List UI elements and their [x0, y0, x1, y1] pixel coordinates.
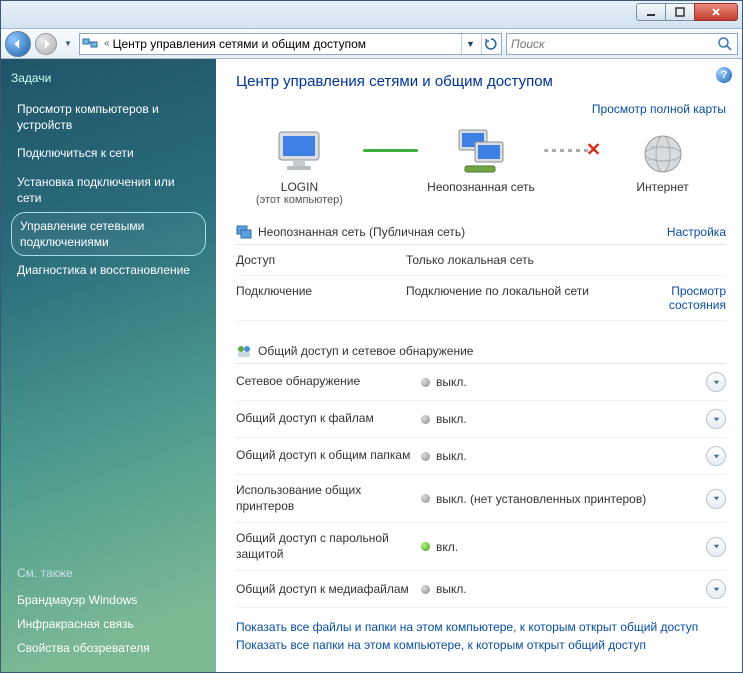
refresh-button[interactable]	[481, 34, 499, 54]
computer-icon	[273, 128, 325, 176]
sharing-setting-label: Общий доступ к медиафайлам	[236, 582, 421, 598]
node-network-name: Неопознанная сеть	[418, 180, 545, 194]
network-section-header: Неопознанная сеть (Публичная сеть) Настр…	[236, 220, 726, 245]
task-diagnose-repair[interactable]: Диагностика и восстановление	[11, 256, 206, 284]
sharing-setting-label: Общий доступ к файлам	[236, 411, 421, 427]
close-button[interactable]	[694, 3, 738, 21]
expand-button[interactable]	[706, 489, 726, 509]
status-dot-icon	[421, 378, 430, 387]
network-icon	[455, 128, 507, 176]
sharing-status-text: выкл.	[436, 375, 467, 389]
node-internet-name: Интернет	[599, 180, 726, 194]
sharing-header-text: Общий доступ и сетевое обнаружение	[258, 344, 473, 358]
task-view-computers[interactable]: Просмотр компьютеров и устройств	[11, 95, 206, 139]
sharing-row: Общий доступ с парольной защитой вкл.	[236, 523, 726, 571]
access-value: Только локальная сеть	[406, 253, 646, 267]
connection-label: Подключение	[236, 284, 406, 312]
window-controls	[637, 3, 738, 21]
location-icon	[82, 36, 98, 52]
node-pc-name: LOGIN	[236, 180, 363, 194]
help-icon[interactable]: ?	[716, 67, 732, 83]
connection-internet: ✕	[544, 124, 599, 176]
status-dot-icon	[421, 452, 430, 461]
expand-button[interactable]	[706, 537, 726, 557]
search-box[interactable]	[506, 33, 738, 55]
expand-button[interactable]	[706, 446, 726, 466]
network-status-icon	[236, 224, 252, 240]
recent-dropdown[interactable]: ▼	[61, 33, 75, 55]
sharing-setting-value: выкл.	[421, 375, 706, 389]
access-label: Доступ	[236, 253, 406, 267]
task-connect-network[interactable]: Подключиться к сети	[11, 139, 206, 167]
see-also-infrared[interactable]: Инфракрасная связь	[11, 612, 206, 636]
footer-links: Показать все файлы и папки на этом компь…	[236, 620, 726, 652]
task-pane: Задачи Просмотр компьютеров и устройств …	[1, 59, 216, 672]
sharing-row: Общий доступ к медиафайлам выкл.	[236, 571, 726, 608]
forward-button[interactable]	[35, 33, 57, 55]
navigation-bar: ▼ « Центр управления сетями и общим дост…	[1, 29, 742, 59]
view-status-link[interactable]: Просмотр состояния	[669, 284, 726, 312]
sharing-setting-label: Общий доступ с парольной защитой	[236, 531, 421, 562]
sharing-setting-value: выкл.	[421, 582, 706, 596]
search-input[interactable]	[511, 37, 717, 51]
sharing-setting-label: Использование общих принтеров	[236, 483, 421, 514]
address-bar[interactable]: « Центр управления сетями и общим доступ…	[79, 33, 502, 55]
content-pane: ? Центр управления сетями и общим доступ…	[216, 59, 742, 672]
expand-button[interactable]	[706, 409, 726, 429]
sharing-status-text: выкл.	[436, 412, 467, 426]
task-setup-connection[interactable]: Установка подключения или сети	[11, 168, 206, 212]
show-shared-files-link[interactable]: Показать все файлы и папки на этом компь…	[236, 620, 698, 634]
sharing-row: Сетевое обнаружение выкл.	[236, 364, 726, 401]
connection-value: Подключение по локальной сети	[406, 284, 646, 312]
sharing-section-header: Общий доступ и сетевое обнаружение	[236, 339, 726, 364]
see-also-firewall[interactable]: Брандмауэр Windows	[11, 588, 206, 612]
sharing-row: Общий доступ к файлам выкл.	[236, 401, 726, 438]
minimize-button[interactable]	[636, 3, 666, 21]
node-internet: Интернет	[599, 124, 726, 194]
task-manage-connections[interactable]: Управление сетевыми подключениями	[11, 212, 206, 256]
node-network: Неопознанная сеть	[418, 124, 545, 194]
expand-button[interactable]	[706, 372, 726, 392]
sharing-setting-value: выкл.	[421, 449, 706, 463]
sharing-setting-value: выкл.	[421, 412, 706, 426]
node-pc-sub: (этот компьютер)	[236, 194, 363, 206]
breadcrumb-prefix: «	[101, 38, 113, 49]
globe-icon	[641, 132, 685, 176]
connection-local	[363, 124, 418, 176]
full-map-link[interactable]: Просмотр полной карты	[592, 102, 726, 116]
status-dot-icon	[421, 494, 430, 503]
maximize-button[interactable]	[665, 3, 695, 21]
page-title: Центр управления сетями и общим доступом	[236, 73, 726, 90]
sharing-icon	[236, 343, 252, 359]
network-settings-link[interactable]: Настройка	[667, 225, 726, 239]
sharing-status-text: выкл.	[436, 449, 467, 463]
address-dropdown[interactable]: ▼	[461, 34, 479, 54]
show-shared-folders-link[interactable]: Показать все папки на этом компьютере, к…	[236, 638, 646, 652]
tasks-header: Задачи	[11, 71, 206, 85]
sharing-setting-value: вкл.	[421, 540, 706, 554]
see-also-internet-options[interactable]: Свойства обозревателя	[11, 636, 206, 660]
expand-button[interactable]	[706, 579, 726, 599]
sharing-status-text: вкл.	[436, 540, 458, 554]
sharing-setting-label: Сетевое обнаружение	[236, 374, 421, 390]
status-dot-icon	[421, 585, 430, 594]
sharing-status-text: выкл. (нет установленных принтеров)	[436, 492, 646, 506]
status-dot-icon	[421, 542, 430, 551]
network-map: LOGIN (этот компьютер) Неопозн	[236, 124, 726, 206]
see-also-header: См. также	[17, 566, 200, 580]
breadcrumb-text: Центр управления сетями и общим доступом	[113, 37, 461, 51]
sharing-row: Общий доступ к общим папкам выкл.	[236, 438, 726, 475]
broken-x-icon: ✕	[586, 140, 601, 161]
back-button[interactable]	[5, 31, 31, 57]
sharing-setting-label: Общий доступ к общим папкам	[236, 448, 421, 464]
search-icon	[717, 36, 733, 52]
sharing-row: Использование общих принтеров выкл. (нет …	[236, 475, 726, 523]
sharing-status-text: выкл.	[436, 582, 467, 596]
titlebar	[1, 1, 742, 29]
node-this-pc: LOGIN (этот компьютер)	[236, 124, 363, 206]
sharing-setting-value: выкл. (нет установленных принтеров)	[421, 492, 706, 506]
window-frame: ▼ « Центр управления сетями и общим дост…	[0, 0, 743, 673]
status-dot-icon	[421, 415, 430, 424]
network-name: Неопознанная сеть (Публичная сеть)	[258, 225, 465, 239]
